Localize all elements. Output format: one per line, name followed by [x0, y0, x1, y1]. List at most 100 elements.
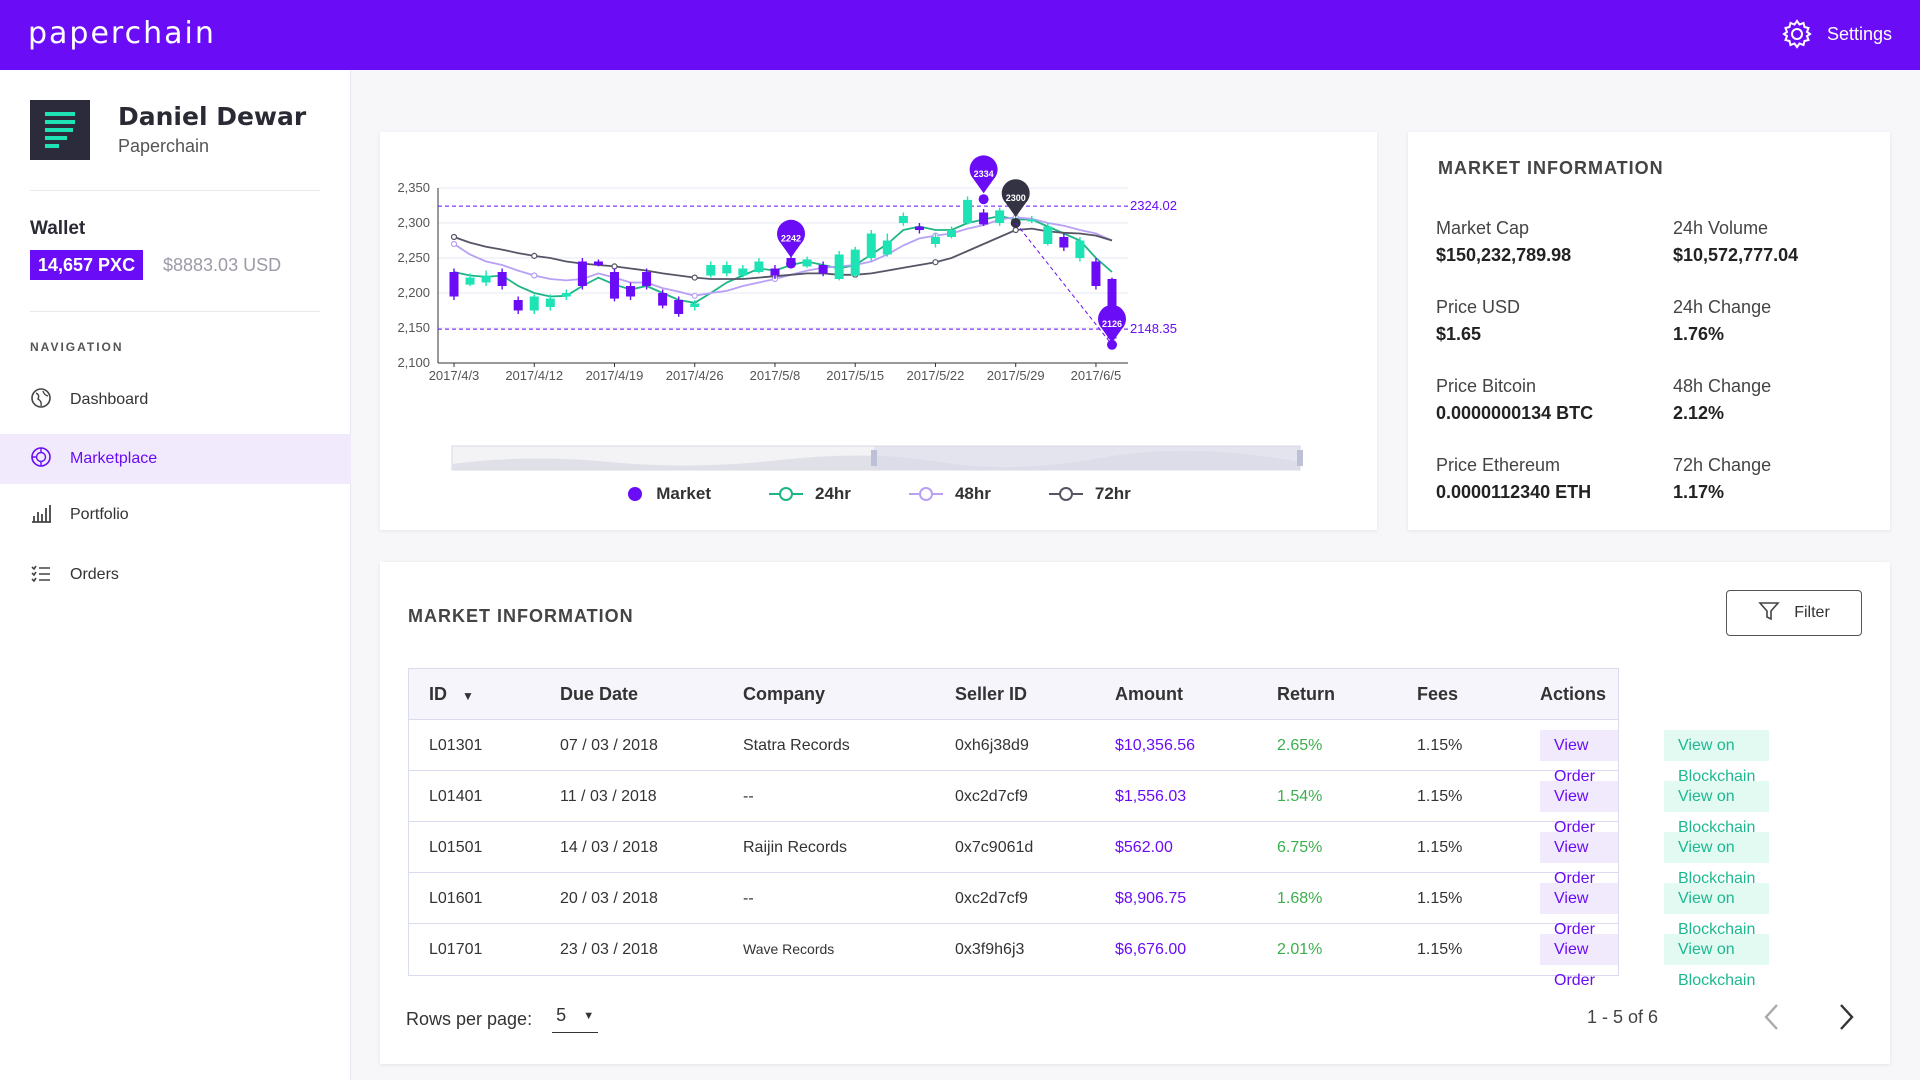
column-header-due-date[interactable]: Due Date — [560, 669, 638, 720]
candle-body[interactable] — [947, 230, 957, 237]
column-header-company[interactable]: Company — [743, 669, 825, 720]
candle-body[interactable] — [898, 216, 908, 223]
nav-item-portfolio[interactable]: Portfolio — [0, 490, 351, 540]
candle-body[interactable] — [866, 233, 876, 259]
candle-body[interactable] — [561, 293, 571, 297]
filter-button[interactable]: Filter — [1726, 590, 1862, 636]
column-header-id[interactable]: ID ▼ — [429, 669, 474, 720]
nav-item-marketplace[interactable]: Marketplace — [0, 434, 351, 484]
candle-body[interactable] — [658, 293, 668, 306]
cell-due-date: 23 / 03 / 2018 — [560, 941, 658, 958]
marker-label: 2300 — [1006, 193, 1026, 203]
column-header-seller-id[interactable]: Seller ID — [955, 669, 1027, 720]
candle-body[interactable] — [1059, 237, 1069, 248]
candle-body[interactable] — [1043, 226, 1053, 245]
view-on-blockchain-button[interactable]: View on Blockchain — [1664, 781, 1770, 836]
candle-body[interactable] — [979, 212, 989, 225]
previous-page-button[interactable] — [1762, 1002, 1782, 1037]
y-tick-label: 2,100 — [397, 355, 430, 370]
candle-body[interactable] — [722, 265, 732, 274]
candle-body[interactable] — [497, 272, 507, 286]
y-tick-label: 2,250 — [397, 250, 430, 265]
legend-label: 24hr — [815, 484, 851, 503]
view-order-button[interactable]: View Order — [1540, 883, 1618, 938]
nav-item-label: Dashboard — [70, 391, 149, 408]
candle-body[interactable] — [770, 268, 780, 276]
chart-legend: Market 24hr 48hr 72hr — [380, 484, 1377, 504]
table-row[interactable]: L01501 14 / 03 / 2018 Raijin Records 0x7… — [409, 822, 1770, 887]
cell-fees: 1.15% — [1417, 890, 1463, 907]
view-on-blockchain-button[interactable]: View on Blockchain — [1664, 934, 1770, 989]
brand-logo[interactable]: paperchain — [28, 16, 216, 51]
view-on-blockchain-button[interactable]: View on Blockchain — [1664, 883, 1770, 938]
candle-body[interactable] — [834, 254, 844, 280]
legend-item[interactable]: 24hr — [769, 484, 851, 504]
candle-body[interactable] — [674, 300, 684, 314]
sort-down-icon[interactable]: ▼ — [462, 689, 474, 703]
table-row[interactable]: L01401 11 / 03 / 2018 -- 0xc2d7cf9 $1,55… — [409, 771, 1770, 836]
series-point — [531, 272, 538, 279]
candle-body[interactable] — [481, 275, 491, 283]
legend-item[interactable]: 48hr — [908, 484, 991, 504]
candle-body[interactable] — [545, 298, 555, 307]
view-order-button[interactable]: View Order — [1540, 730, 1618, 785]
legend-item[interactable]: 72hr — [1048, 484, 1131, 504]
data-zoom-slider[interactable] — [451, 445, 1303, 471]
nav-item-orders[interactable]: Orders — [0, 550, 351, 600]
candle-body[interactable] — [593, 261, 603, 266]
settings-button[interactable]: Settings — [1781, 18, 1892, 50]
candle-body[interactable] — [449, 272, 459, 297]
info-market-cap: Market Cap $150,232,789.98 — [1436, 218, 1571, 266]
candle-body[interactable] — [706, 265, 716, 276]
candle-body[interactable] — [626, 286, 636, 297]
candle-body[interactable] — [738, 268, 748, 276]
candle-body[interactable] — [465, 277, 475, 285]
info-value: $10,572,777.04 — [1673, 245, 1799, 265]
y-tick-label: 2,200 — [397, 285, 430, 300]
candle-body[interactable] — [1075, 240, 1085, 259]
nav-item-dashboard[interactable]: Dashboard — [0, 375, 351, 425]
rows-per-page-select[interactable]: 5 ▼ — [552, 1005, 599, 1033]
table-row[interactable]: L01701 23 / 03 / 2018 Wave Records 0x3f9… — [409, 924, 1770, 989]
view-order-button[interactable]: View Order — [1540, 781, 1618, 836]
view-on-blockchain-button[interactable]: View on Blockchain — [1664, 730, 1770, 785]
candle-body[interactable] — [930, 237, 940, 244]
pagination-range: 1 - 5 of 6 — [1586, 1007, 1658, 1027]
info-value: $1.65 — [1436, 324, 1482, 344]
view-order-button[interactable]: View Order — [1540, 934, 1618, 989]
candle-body[interactable] — [529, 296, 539, 311]
x-tick-label: 2017/4/3 — [429, 368, 480, 383]
table-row[interactable]: L01601 20 / 03 / 2018 -- 0xc2d7cf9 $8,90… — [409, 873, 1770, 938]
candle-body[interactable] — [1091, 261, 1101, 287]
table-row[interactable]: L01301 07 / 03 / 2018 Statra Records 0xh… — [409, 720, 1770, 785]
candle-body[interactable] — [850, 249, 860, 276]
candle-body[interactable] — [513, 300, 523, 311]
cell-return: 6.75% — [1277, 839, 1323, 856]
cell-amount: $1,556.03 — [1115, 788, 1187, 805]
candle-body[interactable] — [882, 240, 892, 255]
info-72h-change: 72h Change 1.17% — [1673, 455, 1771, 503]
candle-body[interactable] — [914, 226, 924, 231]
column-header-fees[interactable]: Fees — [1417, 669, 1458, 720]
view-on-blockchain-button[interactable]: View on Blockchain — [1664, 832, 1770, 887]
legend-item[interactable]: Market — [626, 484, 711, 504]
avatar — [30, 100, 90, 160]
view-order-button[interactable]: View Order — [1540, 832, 1618, 887]
candle-body[interactable] — [995, 210, 1005, 223]
candle-body[interactable] — [754, 261, 764, 273]
candle-body[interactable] — [690, 303, 700, 308]
candle-body[interactable] — [642, 272, 652, 286]
cell-fees: 1.15% — [1417, 737, 1463, 754]
x-tick-label: 2017/6/5 — [1071, 368, 1122, 383]
candle-body[interactable] — [802, 259, 812, 267]
column-header-amount[interactable]: Amount — [1115, 669, 1183, 720]
candle-body[interactable] — [609, 272, 619, 299]
candle-body[interactable] — [963, 199, 973, 223]
candle-body[interactable] — [1027, 219, 1037, 222]
candlestick-chart[interactable]: 2,350 2,300 2,250 2,200 2,150 2,1002017/4/3 20… — [380, 132, 1377, 477]
info-value: 0.0000112340 ETH — [1436, 482, 1592, 502]
column-header-return[interactable]: Return — [1277, 669, 1335, 720]
next-page-button[interactable] — [1836, 1002, 1856, 1037]
candle-body[interactable] — [818, 265, 828, 274]
candle-body[interactable] — [577, 261, 587, 287]
